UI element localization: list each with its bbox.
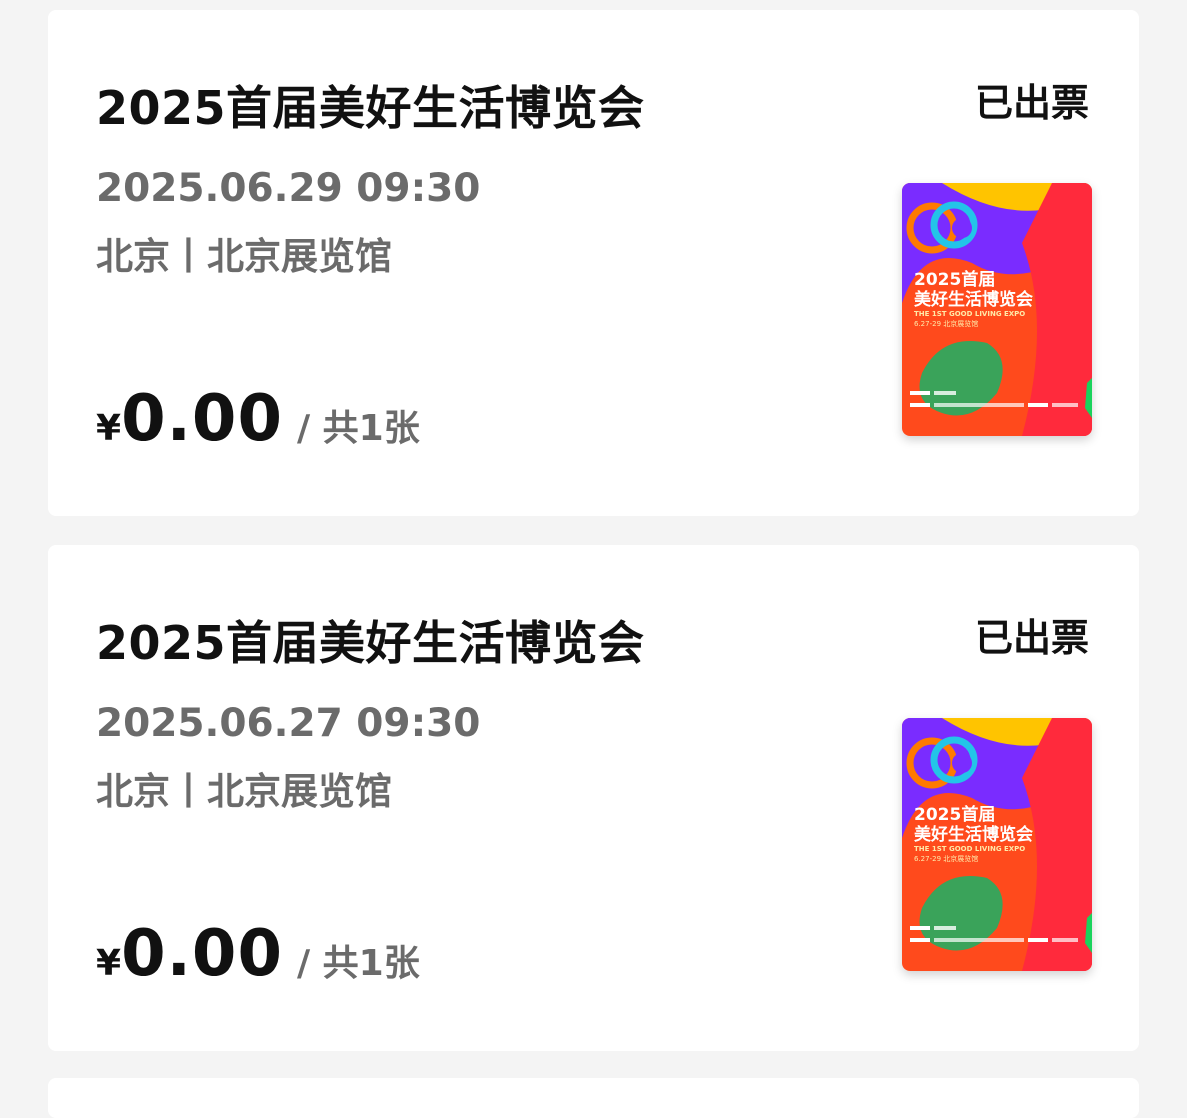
event-poster[interactable]: 2025首届 美好生活博览会 THE 1ST GOOD LIVING EXPO … [902, 718, 1092, 971]
ticket-quantity: / 共1张 [296, 408, 420, 449]
ticket-card-partial [48, 1078, 1139, 1118]
poster-date: 6.27-29 北京展览馆 [914, 319, 978, 328]
event-venue: 北京丨北京展览馆 [96, 235, 392, 278]
poster-date: 6.27-29 北京展览馆 [914, 854, 978, 863]
currency-symbol: ¥ [96, 943, 122, 984]
poster-title-line2: 美好生活博览会 [914, 824, 1033, 845]
poster-subtitle: THE 1ST GOOD LIVING EXPO [914, 845, 1025, 853]
price-amount: 0.00 [121, 382, 283, 456]
ticket-card[interactable]: 2025首届美好生活博览会 已出票 2025.06.29 09:30 北京丨北京… [48, 10, 1139, 516]
ticket-quantity: / 共1张 [296, 943, 420, 984]
poster-subtitle: THE 1ST GOOD LIVING EXPO [914, 310, 1025, 318]
event-datetime: 2025.06.27 09:30 [96, 701, 481, 746]
ticket-status: 已出票 [974, 616, 1089, 660]
ticket-status: 已出票 [974, 81, 1089, 125]
price-amount: 0.00 [121, 917, 283, 991]
event-venue: 北京丨北京展览馆 [96, 770, 392, 813]
event-poster[interactable]: 2025首届 美好生活博览会 THE 1ST GOOD LIVING EXPO … [902, 183, 1092, 436]
event-title: 2025首届美好生活博览会 [96, 81, 645, 135]
event-title: 2025首届美好生活博览会 [96, 616, 645, 670]
poster-title-line1: 2025首届 [914, 804, 995, 825]
event-datetime: 2025.06.29 09:30 [96, 166, 481, 211]
price-row: ¥ 0.00 / 共1张 [96, 917, 420, 991]
poster-title-line2: 美好生活博览会 [914, 289, 1033, 310]
ticket-card[interactable]: 2025首届美好生活博览会 已出票 2025.06.27 09:30 北京丨北京… [48, 545, 1139, 1051]
price-row: ¥ 0.00 / 共1张 [96, 382, 420, 456]
poster-title-line1: 2025首届 [914, 269, 995, 290]
currency-symbol: ¥ [96, 408, 122, 449]
